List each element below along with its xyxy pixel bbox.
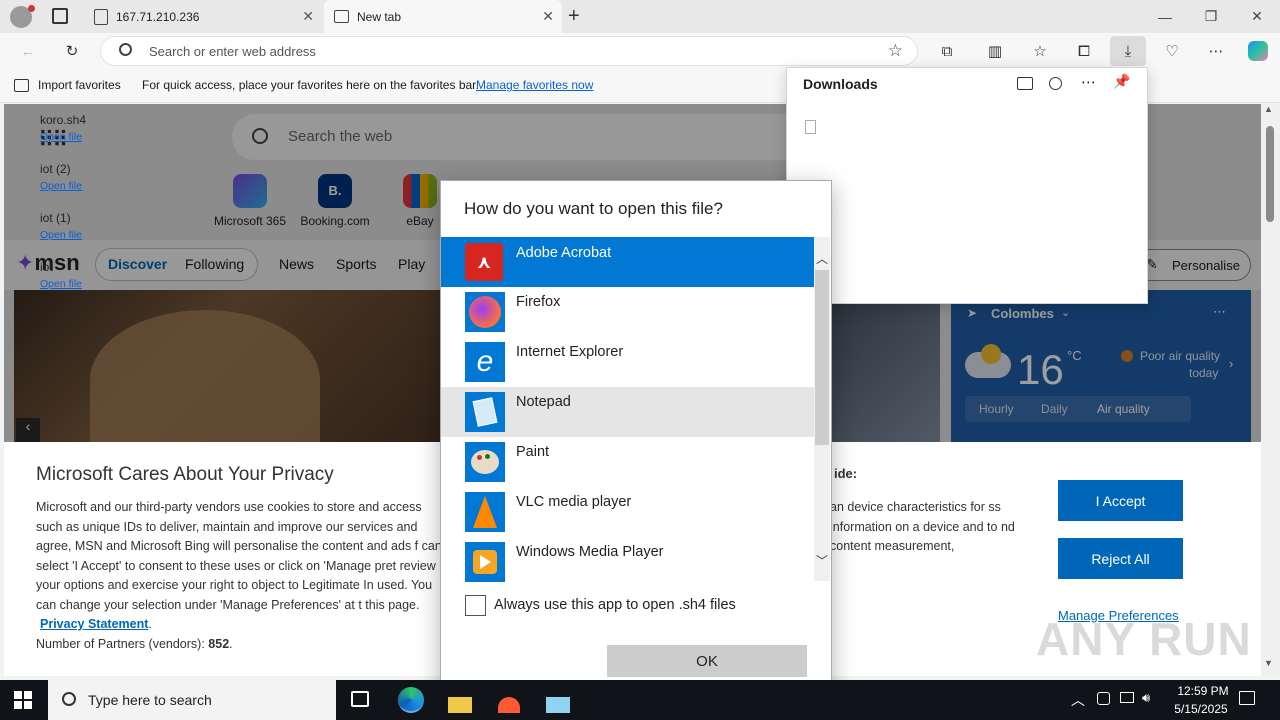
import-favorites-button[interactable]: Import favorites: [38, 78, 121, 92]
taskbar-search[interactable]: Type here to search: [48, 680, 336, 720]
paint-icon: [465, 442, 505, 482]
app-item-adobe-acrobat[interactable]: ⋏ Adobe Acrobat: [441, 237, 814, 287]
chevron-up-icon[interactable]: ︿: [816, 250, 828, 267]
page-icon: [94, 8, 108, 25]
tab-label: 167.71.210.236: [116, 9, 200, 24]
refresh-icon[interactable]: ↻: [56, 36, 88, 66]
download-item-name: iot: [40, 260, 53, 274]
taskbar-search-placeholder: Type here to search: [88, 692, 212, 708]
profile-badge: [28, 5, 35, 12]
favorites-icon[interactable]: ☆: [1024, 36, 1056, 66]
app-item-internet-explorer[interactable]: e Internet Explorer: [441, 337, 814, 387]
download-item-name: koro.sh4: [40, 113, 87, 127]
file-explorer-taskbar-icon[interactable]: [448, 697, 472, 713]
restore-icon[interactable]: ❐: [1188, 0, 1234, 33]
tab-ip[interactable]: 167.71.210.236 ✕: [84, 0, 322, 33]
file-icon: [805, 120, 816, 134]
favorites-hint: For quick access, place your favorites h…: [142, 78, 479, 92]
ok-button[interactable]: OK: [607, 645, 807, 677]
partners-label: Number of Partners (vendors):: [36, 636, 205, 651]
open-file-link[interactable]: Open file: [40, 229, 82, 241]
address-bar[interactable]: Search or enter web address ☆: [100, 36, 918, 66]
app-item-notepad[interactable]: Notepad: [441, 387, 814, 437]
search-icon: [62, 692, 76, 706]
network-icon[interactable]: [1120, 692, 1134, 703]
app-item-vlc[interactable]: VLC media player: [441, 487, 814, 537]
accept-button[interactable]: I Accept: [1058, 480, 1183, 521]
firefox-icon: [465, 292, 505, 332]
watermark-logo: ANY RUN: [1036, 613, 1252, 665]
privacy-statement-link[interactable]: Privacy Statement: [40, 617, 148, 631]
vlc-icon: [465, 492, 505, 532]
app-item-firefox[interactable]: Firefox: [441, 287, 814, 337]
partners-count: 852: [208, 636, 230, 651]
edge-taskbar-icon[interactable]: [398, 687, 424, 713]
privacy-body: Microsoft and our third-party vendors us…: [36, 500, 442, 651]
search-icon[interactable]: [1049, 77, 1062, 90]
downloads-title: Downloads: [803, 76, 878, 92]
new-tab-icon: [334, 10, 349, 23]
open-file-link[interactable]: Open file: [40, 131, 82, 143]
open-file-link[interactable]: Open file: [40, 180, 82, 192]
app-item-paint[interactable]: Paint: [441, 437, 814, 487]
app-item-windows-media-player[interactable]: Windows Media Player: [441, 537, 814, 587]
copilot-icon[interactable]: [1242, 36, 1274, 66]
download-item-name: iot (2): [40, 162, 71, 176]
app-list-scrollbar-thumb[interactable]: [815, 270, 829, 445]
firefox-taskbar-icon[interactable]: [498, 697, 520, 713]
close-tab-icon[interactable]: ✕: [302, 8, 314, 25]
privacy-right-body: an device characteristics for ss informa…: [830, 500, 1015, 553]
clock-time[interactable]: 12:59 PM: [1172, 684, 1234, 698]
clock-date[interactable]: 5/15/2025: [1168, 702, 1234, 716]
adobe-acrobat-icon: ⋏: [465, 243, 503, 281]
notepad-icon: [465, 392, 505, 432]
chevron-down-icon[interactable]: ﹀: [816, 552, 828, 569]
search-icon: [119, 43, 132, 56]
tab-new-tab[interactable]: New tab ✕: [324, 0, 562, 33]
tray-device-icon[interactable]: [1097, 692, 1110, 705]
open-folder-icon[interactable]: [1017, 77, 1033, 90]
dialog-title: How do you want to open this file?: [464, 199, 723, 218]
download-item-name: iot (1): [40, 211, 71, 225]
volume-icon[interactable]: 🔊︎: [1142, 690, 1150, 706]
scroll-up-icon[interactable]: ▲: [1264, 104, 1273, 114]
more-options-icon[interactable]: ⋯: [1081, 73, 1096, 91]
always-use-label: Always use this app to open .sh4 files: [494, 597, 736, 613]
privacy-right-head: ide:: [834, 466, 858, 481]
collections-icon[interactable]: ⧠: [1068, 36, 1100, 66]
internet-explorer-icon: e: [465, 342, 505, 382]
tab-actions-icon[interactable]: [52, 8, 68, 24]
manage-favorites-link[interactable]: Manage favorites now: [476, 78, 593, 92]
task-view-icon[interactable]: [351, 691, 369, 707]
pin-icon[interactable]: 📌: [1113, 73, 1130, 90]
notepad-taskbar-icon[interactable]: [546, 697, 570, 713]
windows-media-player-icon: [465, 542, 505, 582]
favorite-star-icon[interactable]: ☆: [888, 41, 903, 61]
tray-chevron-icon[interactable]: ︿: [1071, 690, 1085, 710]
start-icon[interactable]: [14, 691, 32, 709]
open-file-link[interactable]: Open file: [40, 278, 82, 290]
address-placeholder: Search or enter web address: [149, 44, 316, 59]
performance-icon[interactable]: ♡: [1156, 36, 1188, 66]
tab-label: New tab: [357, 9, 402, 24]
app-list: ⋏ Adobe Acrobat Firefox e Internet Explo…: [441, 237, 814, 587]
reject-all-button[interactable]: Reject All: [1058, 538, 1183, 579]
minimize-icon[interactable]: —: [1142, 0, 1188, 33]
downloads-icon[interactable]: ⤓: [1110, 36, 1146, 66]
back-icon[interactable]: ←: [12, 36, 44, 66]
scroll-down-icon[interactable]: ▼: [1264, 658, 1273, 668]
extensions-icon[interactable]: ⧉: [931, 36, 963, 66]
split-screen-icon[interactable]: ▥: [979, 36, 1011, 66]
privacy-title: Microsoft Cares About Your Privacy: [36, 464, 334, 485]
page-scrollbar-thumb[interactable]: [1266, 126, 1274, 222]
add-tab-icon[interactable]: +: [568, 5, 580, 28]
always-use-checkbox[interactable]: [465, 595, 486, 616]
downloads-panel: Downloads ⋯ 📌: [786, 67, 1148, 304]
import-icon: [14, 79, 29, 92]
more-menu-icon[interactable]: ⋯: [1200, 36, 1232, 66]
notification-icon[interactable]: [1239, 691, 1255, 705]
close-window-icon[interactable]: ✕: [1234, 0, 1280, 33]
close-tab-icon[interactable]: ✕: [542, 8, 554, 25]
